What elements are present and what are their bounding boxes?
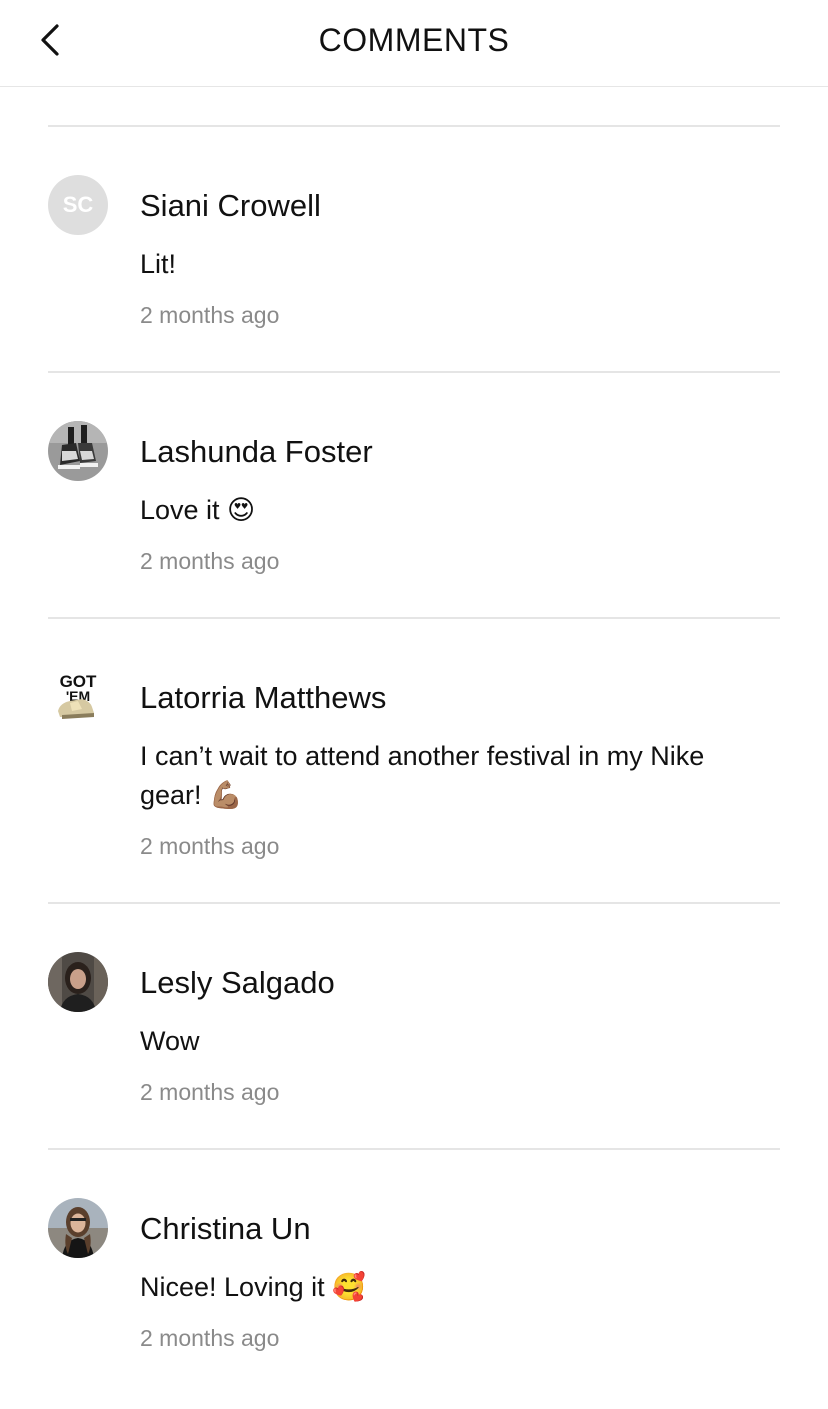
commenter-name[interactable]: Lesly Salgado: [140, 964, 780, 1002]
comment-timestamp: 2 months ago: [140, 1325, 280, 1351]
comment-item: Lashunda Foster Love it 😍 2 months ago: [48, 371, 780, 617]
avatar[interactable]: GOT 'EM: [48, 667, 108, 727]
comment-text: Nicee! Loving it 🥰: [140, 1272, 366, 1302]
comments-list[interactable]: SC Siani Crowell Lit! 2 months ago Lashu…: [0, 86, 828, 1394]
comment-text: Wow: [140, 1026, 200, 1056]
avatar[interactable]: [48, 952, 108, 1012]
person-city-photo-icon: [48, 1198, 108, 1258]
person-photo-icon: [48, 952, 108, 1012]
comment-item: Christina Un Nicee! Loving it 🥰 2 months…: [48, 1148, 780, 1394]
comment-timestamp: 2 months ago: [140, 548, 280, 574]
avatar[interactable]: [48, 1198, 108, 1258]
commenter-name[interactable]: Latorria Matthews: [140, 679, 780, 717]
comment-timestamp: 2 months ago: [140, 833, 280, 859]
avatar-initials: SC: [62, 192, 94, 217]
comment-item: SC Siani Crowell Lit! 2 months ago: [48, 125, 780, 371]
comment-item: GOT 'EM Latorria Matthews I can’t wait t…: [48, 617, 780, 902]
commenter-name[interactable]: Siani Crowell: [140, 187, 780, 225]
page-title: COMMENTS: [318, 22, 510, 58]
comment-item: Lesly Salgado Wow 2 months ago: [48, 902, 780, 1148]
avatar[interactable]: [48, 421, 108, 481]
comment-text: Love it 😍: [140, 495, 256, 525]
got-em-logo-icon: GOT 'EM: [48, 667, 108, 727]
comment-text: Lit!: [140, 249, 177, 279]
comment-timestamp: 2 months ago: [140, 302, 280, 328]
sneakers-photo-icon: [48, 421, 108, 481]
avatar[interactable]: SC: [48, 175, 108, 235]
commenter-name[interactable]: Lashunda Foster: [140, 433, 780, 471]
comment-timestamp: 2 months ago: [140, 1079, 280, 1105]
top-nav-bar: COMMENTS: [0, 0, 828, 87]
comment-text: I can’t wait to attend another festival …: [140, 741, 705, 810]
commenter-name[interactable]: Christina Un: [140, 1210, 780, 1248]
